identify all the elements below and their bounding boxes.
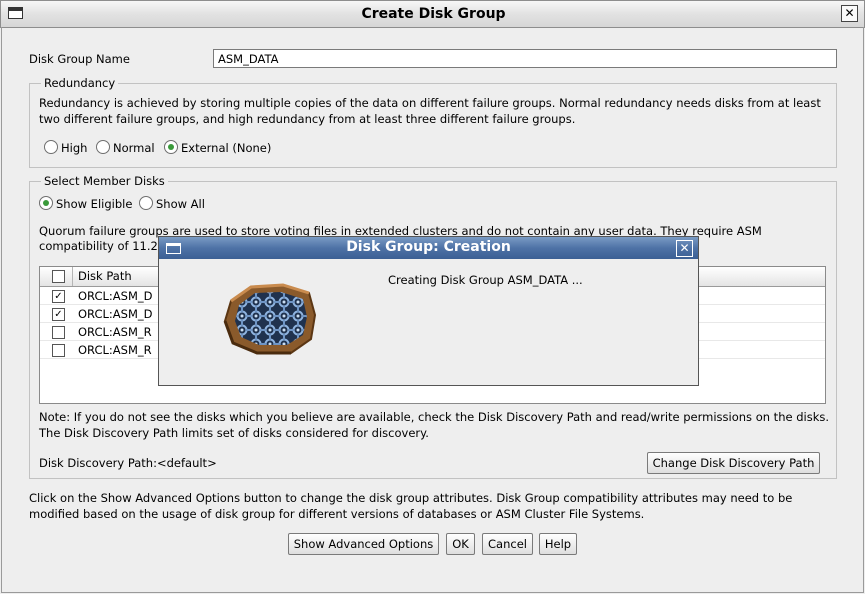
radio-high-label: High (61, 141, 88, 155)
radio-normal-label: Normal (113, 141, 155, 155)
window-titlebar: Create Disk Group ✕ (0, 0, 865, 28)
disk-path-cell: ORCL:ASM_D (78, 289, 153, 303)
disk-gears-icon (221, 281, 319, 357)
discovery-path-label: Disk Discovery Path:<default> (39, 456, 217, 470)
row-checkbox[interactable]: ✓ (52, 308, 65, 321)
select-all-checkbox[interactable] (52, 270, 65, 283)
member-disks-legend: Select Member Disks (41, 174, 168, 188)
row-checkbox[interactable] (52, 326, 65, 339)
redundancy-description-line2: two different failure groups, and high r… (39, 112, 576, 126)
disk-path-cell: ORCL:ASM_R (78, 343, 152, 357)
radio-external-label: External (None) (181, 141, 272, 155)
radio-normal[interactable]: Normal (96, 140, 155, 155)
ok-button[interactable]: OK (446, 533, 475, 555)
radio-show-eligible-label: Show Eligible (56, 197, 133, 211)
dialog-title: Disk Group: Creation (346, 239, 511, 255)
disk-group-name-input[interactable]: ASM_DATA (213, 49, 837, 68)
radio-show-all-label: Show All (156, 197, 205, 211)
change-discovery-path-button[interactable]: Change Disk Discovery Path (647, 452, 820, 474)
radio-show-eligible-indicator[interactable] (39, 196, 53, 210)
radio-high[interactable]: High (44, 140, 87, 155)
redundancy-description-line1: Redundancy is achieved by storing multip… (39, 96, 821, 110)
dialog-titlebar: Disk Group: Creation ✕ (159, 237, 698, 259)
radio-show-eligible[interactable]: Show Eligible (39, 196, 132, 211)
radio-show-all[interactable]: Show All (139, 196, 205, 211)
cancel-button[interactable]: Cancel (482, 533, 533, 555)
advanced-note-line1: Click on the Show Advanced Options butto… (29, 491, 793, 505)
show-advanced-options-button[interactable]: Show Advanced Options (288, 533, 439, 555)
window-title: Create Disk Group (361, 6, 506, 22)
disk-path-column-header[interactable]: Disk Path (78, 269, 132, 283)
radio-show-all-indicator[interactable] (139, 196, 153, 210)
creation-message: Creating Disk Group ASM_DATA ... (388, 273, 583, 287)
disk-group-name-label: Disk Group Name (29, 52, 130, 66)
window-close-button[interactable]: ✕ (841, 5, 858, 22)
discovery-note-line1: Note: If you do not see the disks which … (39, 410, 830, 424)
row-checkbox[interactable]: ✓ (52, 290, 65, 303)
quorum-description-line2: compatibility of 11.2 (39, 239, 158, 253)
radio-normal-indicator[interactable] (96, 140, 110, 154)
discovery-note-line2: The Disk Discovery Path limits set of di… (39, 426, 429, 440)
creation-progress-dialog: Disk Group: Creation ✕ Creating Disk Gro… (158, 236, 699, 386)
advanced-note-line2: modified based on the usage of disk grou… (29, 507, 645, 521)
select-all-cell (40, 267, 73, 286)
disk-path-cell: ORCL:ASM_D (78, 307, 153, 321)
redundancy-legend: Redundancy (41, 76, 119, 90)
radio-high-indicator[interactable] (44, 140, 58, 154)
dialog-close-button[interactable]: ✕ (676, 240, 693, 257)
radio-external-indicator[interactable] (164, 140, 178, 154)
disk-path-cell: ORCL:ASM_R (78, 325, 152, 339)
radio-external[interactable]: External (None) (164, 140, 271, 155)
row-checkbox[interactable] (52, 344, 65, 357)
help-button[interactable]: Help (539, 533, 577, 555)
